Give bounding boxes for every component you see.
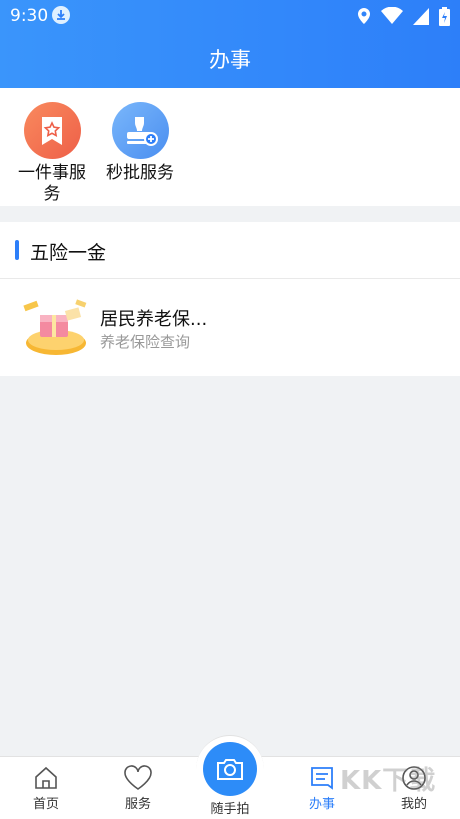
- quick-item-instant-approval[interactable]: 秒批服务: [90, 102, 190, 184]
- quick-actions: 一件事服务 秒批服务: [0, 88, 460, 206]
- camera-icon: [217, 759, 243, 780]
- star-ribbon-icon: [23, 102, 81, 159]
- tab-services[interactable]: 服务: [98, 757, 178, 819]
- section-header: 五险一金: [0, 222, 460, 279]
- pension-gift-icon: [20, 293, 92, 361]
- status-icons: [357, 5, 450, 27]
- signal-icon: [413, 7, 429, 25]
- service-name: 居民养老保...: [100, 309, 208, 330]
- quick-item-one-thing-service[interactable]: 一件事服务: [2, 102, 102, 205]
- app-header: 9:30 办事: [0, 0, 460, 88]
- insurance-section: 五险一金 居民养老保... 养老保险查询: [0, 222, 460, 376]
- tab-snapshot-button[interactable]: [203, 742, 257, 796]
- wifi-icon: [381, 7, 403, 24]
- section-accent-bar: [15, 240, 19, 260]
- tab-label: 服务: [124, 797, 151, 812]
- section-title: 五险一金: [30, 242, 107, 264]
- service-card-pension[interactable]: 居民养老保... 养老保险查询: [0, 279, 460, 376]
- service-subtitle: 养老保险查询: [100, 333, 191, 351]
- watermark: KK下载: [340, 766, 437, 796]
- heart-icon: [124, 765, 152, 790]
- download-icon: [52, 6, 70, 24]
- location-icon: [358, 8, 370, 24]
- status-time: 9:30: [10, 6, 49, 26]
- tab-label: 随手拍: [210, 802, 250, 817]
- document-icon: [311, 767, 333, 790]
- tab-home[interactable]: 首页: [6, 757, 86, 819]
- status-bar: 9:30: [0, 0, 460, 32]
- home-icon: [35, 766, 57, 789]
- quick-item-label: 一件事服务: [18, 163, 86, 204]
- stamp-icon: [111, 102, 169, 159]
- page-title: 办事: [209, 48, 251, 72]
- quick-item-label: 秒批服务: [106, 163, 174, 183]
- battery-icon: [439, 6, 450, 26]
- tab-label: 首页: [32, 797, 59, 812]
